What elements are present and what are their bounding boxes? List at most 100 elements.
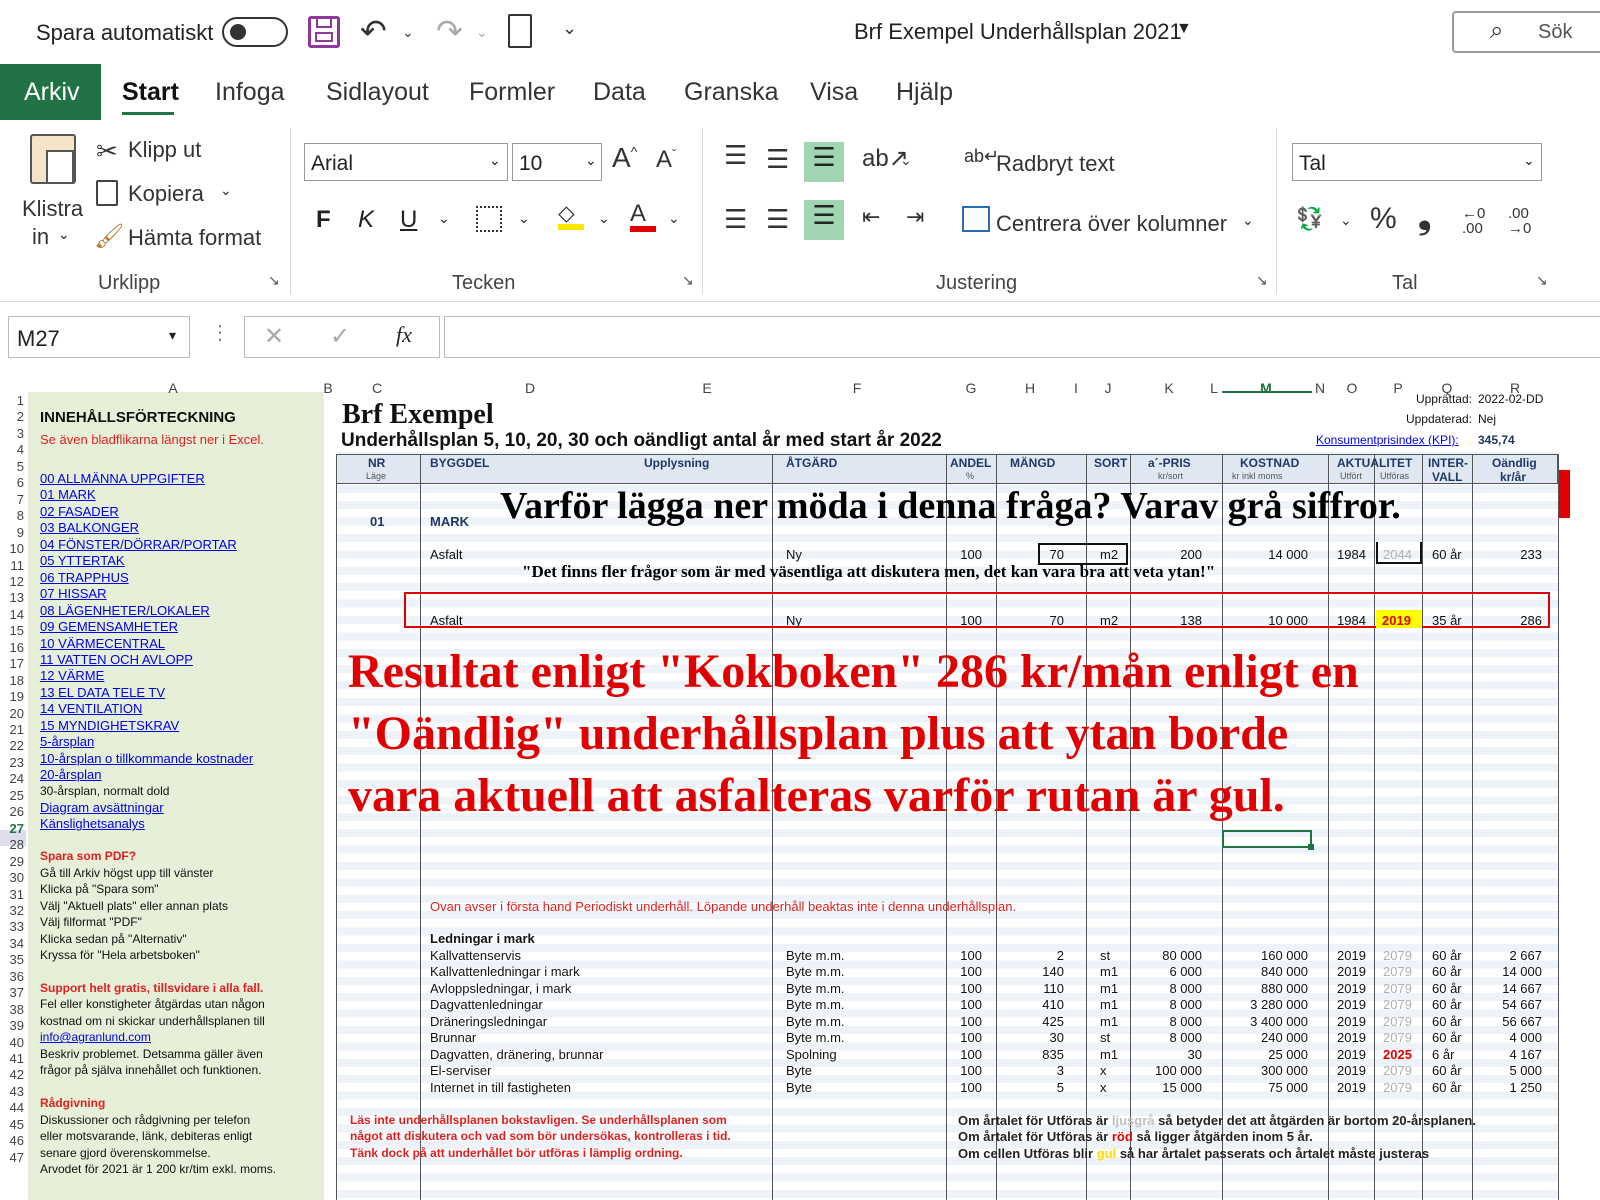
column-header[interactable]: H: [1022, 380, 1038, 396]
row-number[interactable]: 45: [0, 1117, 24, 1132]
row-number[interactable]: 13: [0, 590, 24, 605]
row-number[interactable]: 43: [0, 1084, 24, 1099]
row-number[interactable]: 16: [0, 640, 24, 655]
document-title[interactable]: Brf Exempel Underhållsplan 2021: [854, 19, 1182, 45]
row-number[interactable]: 19: [0, 689, 24, 704]
row-number[interactable]: 44: [0, 1100, 24, 1115]
row-number[interactable]: 46: [0, 1133, 24, 1148]
row-number[interactable]: 41: [0, 1051, 24, 1066]
fill-dropdown-icon[interactable]: ⌄: [598, 210, 610, 227]
increase-decimal-icon[interactable]: ←0.00: [1462, 206, 1485, 236]
align-bottom-icon[interactable]: ☰: [804, 142, 844, 182]
toc-link[interactable]: 13 EL DATA TELE TV: [40, 685, 165, 700]
underline-button[interactable]: U: [400, 206, 417, 234]
toc-link[interactable]: Känslighetsanalys: [40, 816, 145, 831]
bold-button[interactable]: F: [316, 206, 331, 234]
tab-data[interactable]: Data: [593, 78, 646, 107]
percent-icon[interactable]: %: [1370, 202, 1397, 236]
toc-link[interactable]: 00 ALLMÄNNA UPPGIFTER: [40, 471, 205, 486]
toc-link[interactable]: 12 VÄRME: [40, 668, 104, 683]
align-left-icon[interactable]: ☰: [724, 204, 747, 235]
increase-indent-icon[interactable]: ⇥: [906, 204, 924, 230]
redo-icon[interactable]: ↷: [436, 12, 463, 50]
column-header[interactable]: L: [1206, 380, 1222, 396]
row-number[interactable]: 34: [0, 936, 24, 951]
row-number[interactable]: 40: [0, 1035, 24, 1050]
column-header[interactable]: J: [1100, 380, 1116, 396]
row-number[interactable]: 29: [0, 854, 24, 869]
row-number[interactable]: 15: [0, 623, 24, 638]
clipboard-icon[interactable]: [508, 14, 532, 48]
align-middle-icon[interactable]: ☰: [766, 144, 789, 175]
italic-button[interactable]: K: [358, 206, 374, 234]
row-number[interactable]: 32: [0, 903, 24, 918]
row-number[interactable]: 38: [0, 1002, 24, 1017]
cancel-icon[interactable]: ✕: [264, 322, 284, 351]
toc-link[interactable]: 10 VÄRMECENTRAL: [40, 636, 165, 651]
search-box[interactable]: ⌕ Sök: [1452, 11, 1600, 53]
decrease-indent-icon[interactable]: ⇤: [862, 204, 880, 230]
toc-link[interactable]: 05 YTTERTAK: [40, 553, 125, 568]
tab-granska[interactable]: Granska: [684, 78, 778, 107]
number-launcher-icon[interactable]: ↘: [1536, 272, 1548, 289]
save-icon[interactable]: [308, 16, 340, 48]
paste-dropdown-icon[interactable]: ⌄: [58, 226, 70, 243]
comma-style-icon[interactable]: ❟: [1418, 198, 1431, 237]
column-header[interactable]: E: [699, 380, 715, 396]
underline-dropdown-icon[interactable]: ⌄: [438, 210, 450, 227]
format-painter-icon[interactable]: 🖌: [94, 222, 124, 251]
decrease-decimal-icon[interactable]: .00 →0: [1508, 206, 1531, 236]
column-header[interactable]: G: [963, 380, 979, 396]
row-number[interactable]: 2: [0, 409, 24, 424]
email-link[interactable]: info@agranlund.com: [40, 1030, 151, 1044]
tab-formler[interactable]: Formler: [469, 78, 555, 107]
format-painter-button[interactable]: Hämta format: [128, 225, 261, 251]
row-number[interactable]: 18: [0, 673, 24, 688]
wrap-text-button[interactable]: Radbryt text: [996, 151, 1115, 177]
row-number[interactable]: 21: [0, 722, 24, 737]
column-header[interactable]: C: [369, 380, 385, 396]
increase-font-icon[interactable]: A^: [612, 142, 637, 174]
row-number[interactable]: 25: [0, 788, 24, 803]
row-number[interactable]: 42: [0, 1067, 24, 1082]
merge-button[interactable]: Centrera över kolumner: [996, 211, 1227, 237]
toc-link[interactable]: 06 TRAPPHUS: [40, 570, 129, 585]
kpi-link[interactable]: Konsumentprisindex (KPI):: [1316, 433, 1459, 447]
column-header[interactable]: D: [522, 380, 538, 396]
paste-button[interactable]: Klistra: [22, 196, 83, 222]
row-number[interactable]: 35: [0, 952, 24, 967]
row-number[interactable]: 1: [0, 393, 24, 408]
cut-button[interactable]: Klipp ut: [128, 137, 201, 163]
row-number[interactable]: 9: [0, 525, 24, 540]
toc-link[interactable]: 20-årsplan: [40, 767, 101, 782]
clipboard-launcher-icon[interactable]: ↘: [268, 272, 280, 289]
accounting-icon[interactable]: 💱: [1296, 206, 1323, 232]
row-number[interactable]: 36: [0, 969, 24, 984]
toc-link[interactable]: 02 FASADER: [40, 504, 119, 519]
align-center-icon[interactable]: ☰: [766, 204, 789, 235]
border-icon[interactable]: [476, 206, 502, 232]
column-header[interactable]: B: [320, 380, 336, 396]
tab-sidlayout[interactable]: Sidlayout: [326, 78, 429, 107]
row-number[interactable]: 27: [0, 821, 24, 836]
toc-link[interactable]: 15 MYNDIGHETSKRAV: [40, 718, 179, 733]
column-header[interactable]: N: [1312, 380, 1328, 396]
formula-input[interactable]: [444, 316, 1600, 358]
row-number[interactable]: 23: [0, 755, 24, 770]
row-number[interactable]: 28: [0, 837, 24, 852]
name-box[interactable]: M27 ▾: [8, 316, 190, 358]
paste-button-line2[interactable]: in: [32, 224, 49, 250]
column-header[interactable]: F: [849, 380, 865, 396]
toc-link[interactable]: 07 HISSAR: [40, 586, 106, 601]
row-number[interactable]: 12: [0, 574, 24, 589]
row-number[interactable]: 20: [0, 706, 24, 721]
orientation-dropdown-icon[interactable]: ⌄: [900, 152, 912, 169]
toc-link[interactable]: 09 GEMENSAMHETER: [40, 619, 178, 634]
row-number[interactable]: 31: [0, 887, 24, 902]
font-launcher-icon[interactable]: ↘: [682, 272, 694, 289]
row-number[interactable]: 30: [0, 870, 24, 885]
tab-infoga[interactable]: Infoga: [215, 78, 285, 107]
toc-link[interactable]: 04 FÖNSTER/DÖRRAR/PORTAR: [40, 537, 237, 552]
border-dropdown-icon[interactable]: ⌄: [518, 210, 530, 227]
autosave-toggle[interactable]: [222, 17, 288, 47]
